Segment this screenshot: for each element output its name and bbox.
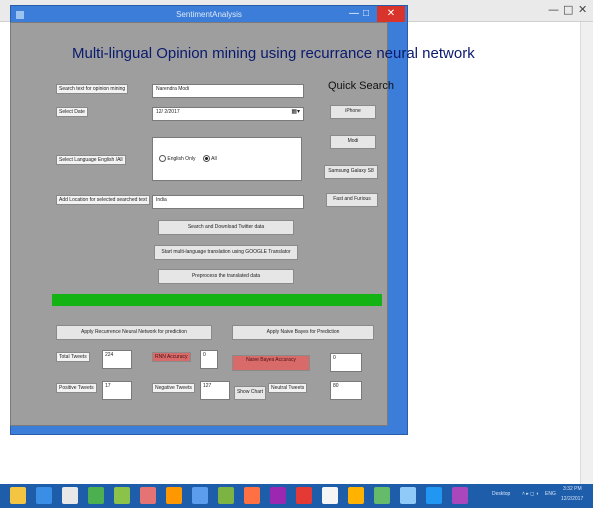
search-download-button[interactable]: Search and Download Twitter data — [158, 220, 294, 235]
visual-studio-icon[interactable] — [270, 487, 286, 504]
firefox-icon[interactable] — [166, 487, 182, 504]
radio-all-label: All — [211, 155, 217, 162]
maximize-button[interactable]: □ — [363, 8, 369, 19]
neutral-tweets-label: Neutral Tweets — [268, 383, 308, 393]
rnn-accuracy-label: RNN Accuracy — [152, 352, 191, 362]
app-icon-10[interactable] — [244, 487, 260, 504]
rnn-accuracy-value: 0 — [200, 350, 218, 369]
show-chart-button[interactable]: Show Chart — [234, 386, 266, 400]
calendar-icon[interactable]: ▦▾ — [291, 108, 300, 115]
quick-search-samsung[interactable]: Samsung Galaxy S8 — [324, 165, 378, 179]
positive-tweets-label: Positive Tweets — [56, 383, 97, 393]
neutral-tweets-value: 80 — [330, 381, 362, 400]
quick-search-iphone[interactable]: iPhone — [330, 105, 376, 119]
total-tweets-label: Total Tweets — [56, 352, 90, 362]
quick-search-fast-furious[interactable]: Fast and Furious — [326, 193, 378, 207]
bg-minimize-button[interactable]: — — [548, 3, 559, 16]
tray-icons[interactable]: ˄ ▸ ◻ ◖ — [522, 491, 539, 497]
bg-close-button[interactable]: ✕ — [578, 3, 587, 16]
apply-rnn-button[interactable]: Apply Recurrence Neural Network for pred… — [56, 325, 212, 340]
app-icon-15[interactable] — [374, 487, 390, 504]
radio-all-circle[interactable] — [203, 155, 210, 162]
search-text-input[interactable]: Narendra Modi — [152, 84, 304, 98]
language-group: English Only All — [152, 137, 302, 181]
opera-icon[interactable] — [296, 487, 312, 504]
positive-tweets-value: 17 — [102, 381, 132, 400]
app-icon-9[interactable] — [218, 487, 234, 504]
quick-search-modi[interactable]: Modi — [330, 135, 376, 149]
location-input[interactable]: India — [152, 195, 304, 209]
page-title: Multi-lingual Opinion mining using recur… — [72, 45, 475, 62]
word-icon[interactable] — [192, 487, 208, 504]
quick-search-title: Quick Search — [328, 80, 395, 92]
naive-accuracy-label: Naive Bayes Accuracy — [232, 355, 310, 371]
progress-bar — [52, 294, 382, 306]
radio-all[interactable]: All — [203, 155, 217, 162]
minimize-button[interactable]: — — [349, 8, 359, 19]
app-icon-18[interactable] — [452, 487, 468, 504]
date-picker[interactable]: 12/ 2/2017 ▦▾ — [152, 107, 304, 121]
radio-english-only[interactable]: English Only — [159, 155, 195, 162]
clock-date[interactable]: 12/2/2017 — [561, 496, 583, 502]
desktop-toolbar-label[interactable]: Desktop — [492, 491, 510, 497]
bg-maximize-button[interactable]: □ — [563, 3, 573, 16]
add-location-label: Add Location for selected searched text — [56, 195, 150, 205]
close-button[interactable]: ✕ — [377, 6, 405, 22]
file-explorer-icon[interactable] — [10, 487, 26, 504]
language-indicator[interactable]: ENG — [545, 491, 556, 497]
radio-english-only-label: English Only — [167, 155, 196, 162]
preprocess-button[interactable]: Preprocess the translated data — [158, 269, 294, 284]
settings-icon[interactable] — [36, 487, 52, 504]
app-green-icon[interactable] — [88, 487, 104, 504]
powerpoint-icon[interactable] — [140, 487, 156, 504]
java-icon[interactable] — [348, 487, 364, 504]
total-tweets-value: 224 — [102, 350, 132, 369]
date-value: 12/ 2/2017 — [156, 109, 180, 115]
clock-time[interactable]: 3:32 PM — [563, 486, 582, 492]
negative-tweets-value: 127 — [200, 381, 230, 400]
search-text-label: Search text for opinion mining — [56, 84, 129, 94]
taskbar: Desktop ˄ ▸ ◻ ◖ ENG 3:32 PM 12/2/2017 — [0, 484, 593, 508]
document-icon[interactable] — [62, 487, 78, 504]
negative-tweets-label: Negative Tweets — [152, 383, 195, 393]
excel-icon[interactable] — [114, 487, 130, 504]
naive-accuracy-value: 0 — [330, 353, 362, 372]
skype-icon[interactable] — [426, 487, 442, 504]
notepad-icon[interactable] — [322, 487, 338, 504]
background-scrollbar[interactable] — [580, 22, 593, 486]
start-translation-button[interactable]: Start multi-language translation using G… — [154, 245, 298, 260]
select-date-label: Select Date — [56, 107, 88, 117]
select-language-label: Select Language English /All — [56, 155, 126, 165]
app-icon-16[interactable] — [400, 487, 416, 504]
radio-english-only-circle[interactable] — [159, 155, 166, 162]
apply-naive-bayes-button[interactable]: Apply Naive Bayes for Prediction — [232, 325, 374, 340]
